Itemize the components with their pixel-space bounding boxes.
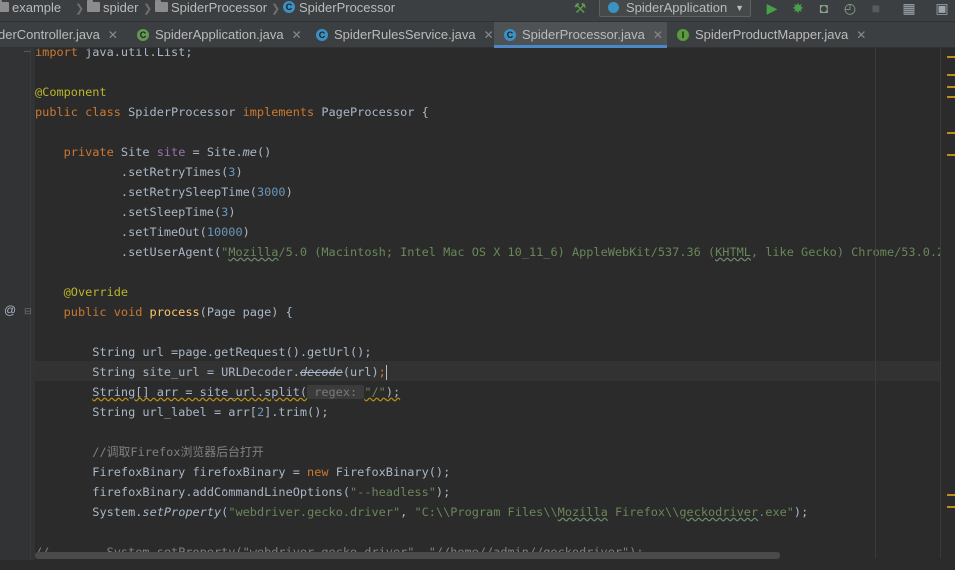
warning-stripe[interactable] — [947, 86, 955, 88]
breadcrumb-separator-icon: ❯ — [143, 3, 153, 15]
close-icon[interactable]: ✕ — [108, 23, 118, 48]
stop-icon[interactable]: ■ — [867, 0, 885, 18]
warning-stripe[interactable] — [947, 494, 955, 496]
breadcrumb-spider[interactable]: spider — [87, 0, 138, 21]
breadcrumb-example[interactable]: example — [0, 0, 61, 21]
code-editor[interactable]: import java.util.List; @Component public… — [35, 48, 940, 558]
spring-boot-icon — [608, 2, 619, 13]
build-hammer-icon[interactable]: ⚒ — [571, 0, 589, 18]
fold-icon[interactable]: ─ — [24, 47, 33, 56]
code-line-firefox-binary: FirefoxBinary firefoxBinary = new Firefo… — [92, 465, 451, 479]
file-icon — [155, 0, 168, 12]
dropdown-arrow-icon: ▼ — [735, 3, 744, 13]
warning-stripe[interactable] — [947, 154, 955, 156]
warning-stripe[interactable] — [947, 96, 955, 98]
code-line-class-declaration: public class SpiderProcessor implements … — [35, 105, 429, 119]
status-strip — [0, 560, 955, 570]
code-line-set-retry-times: .setRetryTimes(3) — [120, 165, 243, 179]
code-line-annotation-component: @Component — [35, 85, 107, 99]
breadcrumb-separator-icon: ❯ — [271, 3, 281, 15]
code-line-set-sleep-time: .setSleepTime(3) — [120, 205, 236, 219]
warning-stripe[interactable] — [947, 56, 955, 58]
code-line-split: String[] arr = site_url.split( regex: "/… — [92, 385, 401, 399]
code-line-get-url: String url =page.getRequest().getUrl(); — [92, 345, 372, 359]
profile-icon[interactable]: ◴ — [841, 0, 859, 18]
breadcrumb-spiderprocessor-class[interactable]: C SpiderProcessor — [283, 0, 395, 21]
close-icon[interactable]: ✕ — [484, 23, 494, 48]
folder-icon — [87, 0, 100, 12]
fold-icon[interactable]: ⊟ — [24, 307, 33, 316]
class-icon: C — [504, 28, 516, 41]
tab-spider-application[interactable]: C SpiderApplication.java ✕ — [137, 22, 302, 47]
run-icon[interactable]: ▶ — [763, 0, 781, 18]
coverage-icon[interactable]: ◘ — [815, 0, 833, 18]
run-configuration-select[interactable]: SpiderApplication ▼ — [599, 0, 751, 17]
vertical-scrollbar[interactable] — [940, 48, 955, 558]
debug-icon[interactable]: ✸ — [789, 0, 807, 18]
tab-spider-product-mapper[interactable]: I SpiderProductMapper.java ✕ — [677, 22, 866, 47]
spring-class-icon: C — [137, 28, 149, 41]
code-line-headless-option: firefoxBinary.addCommandLineOptions("--h… — [92, 485, 451, 499]
close-icon[interactable]: ✕ — [856, 23, 866, 48]
code-line-url-label: String url_label = arr[2].trim(); — [92, 405, 329, 419]
text-cursor — [385, 365, 387, 380]
breadcrumb-spiderprocessor-file[interactable]: SpiderProcessor — [155, 0, 267, 21]
warning-stripe[interactable] — [947, 132, 955, 134]
code-line-set-user-agent: .setUserAgent("Mozilla/5.0 (Macintosh; I… — [120, 245, 940, 259]
tab-spider-rules-service[interactable]: C SpiderRulesService.java ✕ — [316, 22, 494, 47]
project-structure-icon[interactable]: ▦ — [900, 0, 918, 18]
code-line-set-timeout: .setTimeOut(10000) — [120, 225, 250, 239]
class-icon: C — [283, 1, 295, 13]
navigation-bar: example ❯ spider ❯ SpiderProcessor ❯ C Sp… — [0, 0, 955, 22]
frame-icon[interactable]: ▣ — [933, 0, 951, 18]
code-line-site-field: private Site site = Site.me() — [63, 145, 272, 159]
warning-stripe[interactable] — [947, 74, 955, 76]
parameter-hint: regex: — [307, 385, 365, 399]
warning-stripe[interactable] — [947, 506, 955, 508]
right-margin-guide — [875, 48, 876, 558]
code-line-import: import java.util.List; — [35, 48, 193, 59]
breadcrumb-separator-icon: ❯ — [75, 3, 85, 15]
interface-icon: I — [677, 28, 689, 41]
close-icon[interactable]: ✕ — [653, 23, 663, 48]
editor-tab-bar: derController.java ✕ C SpiderApplication.j… — [0, 22, 955, 48]
code-line-comment-firefox: //调取Firefox浏览器后台打开 — [92, 445, 264, 459]
override-marker-icon[interactable]: @ — [4, 303, 16, 317]
class-icon: C — [316, 28, 328, 41]
code-line-process-method: public void process(Page page) { — [63, 305, 293, 319]
tab-controller[interactable]: derController.java ✕ — [0, 22, 118, 47]
code-line-set-retry-sleep-time: .setRetrySleepTime(3000) — [120, 185, 293, 199]
close-icon[interactable]: ✕ — [292, 23, 302, 48]
code-line-set-property: System.setProperty("webdriver.gecko.driv… — [92, 505, 809, 519]
code-line-url-decode: String site_url = URLDecoder.decode(url)… — [92, 365, 387, 380]
horizontal-scrollbar-thumb[interactable] — [35, 552, 780, 559]
code-line-annotation-override: @Override — [63, 285, 129, 299]
tab-spider-processor[interactable]: C SpiderProcessor.java ✕ — [494, 22, 667, 48]
folder-icon — [0, 0, 9, 12]
